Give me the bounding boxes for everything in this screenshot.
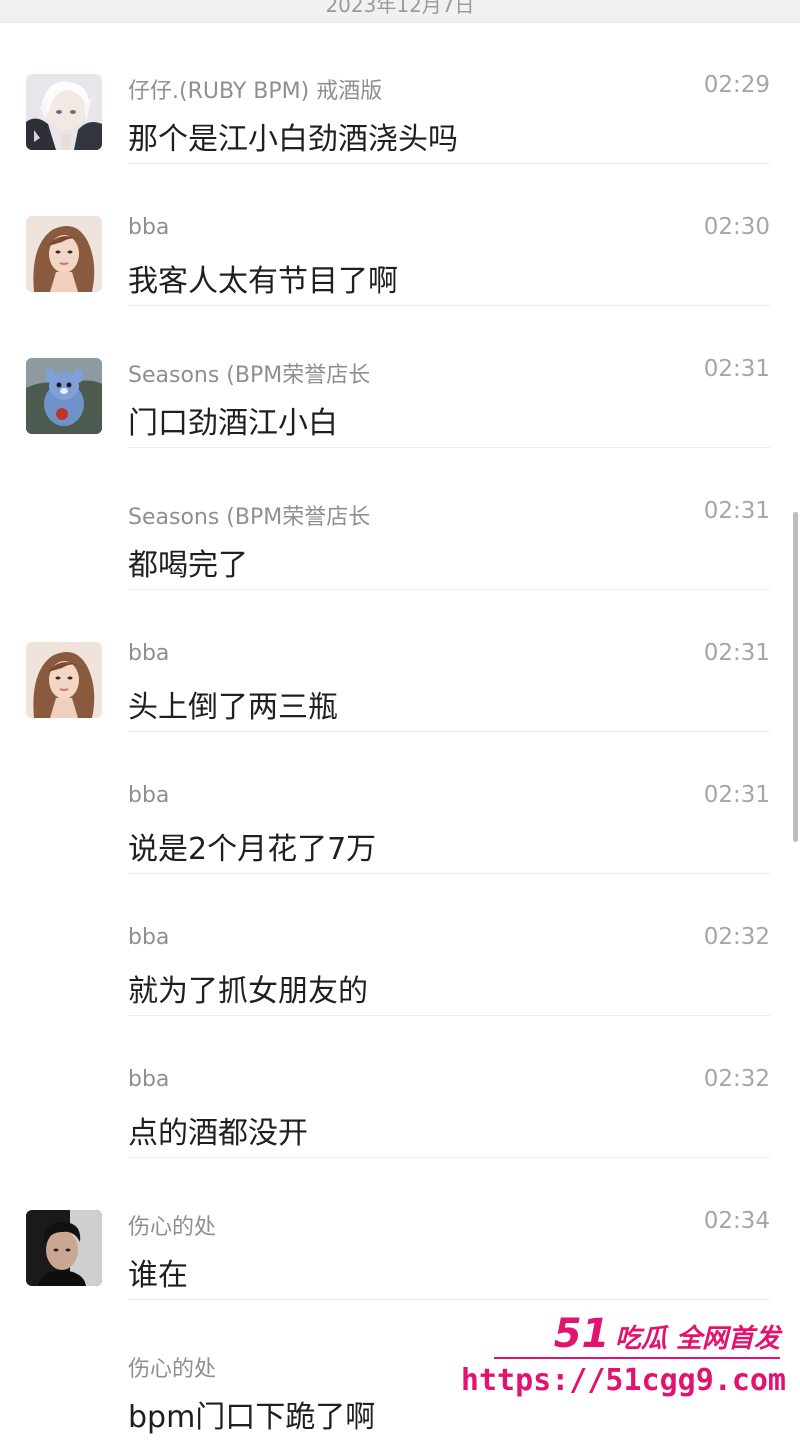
sender-name: bba: [128, 215, 170, 240]
chat-record-item[interactable]: bba 02:31 说是2个月花了7万: [0, 732, 800, 874]
date-header: 2023年12月7日: [0, 0, 800, 23]
avatar[interactable]: [26, 1210, 102, 1286]
chat-record-item[interactable]: bba 02:32 就为了抓女朋友的: [0, 874, 800, 1016]
sender-name: bba: [128, 1067, 170, 1092]
chat-record-item[interactable]: bba 02:30 我客人太有节目了啊: [0, 164, 800, 306]
watermark-divider: [494, 1357, 780, 1359]
chat-record-item[interactable]: bba 02:32 点的酒都没开: [0, 1016, 800, 1158]
chat-record-item[interactable]: Seasons (BPM荣誉店长 02:31 都喝完了: [0, 448, 800, 590]
blue-plush-toy-avatar-icon: [26, 358, 102, 434]
watermark: 51 吃瓜 全网首发 https://51cgg9.com: [461, 1305, 792, 1415]
chat-record-item[interactable]: 伤心的处 02:34 谁在: [0, 1158, 800, 1300]
avatar[interactable]: [26, 216, 102, 292]
sender-name: Seasons (BPM荣誉店长: [128, 363, 371, 388]
watermark-url: https://51cgg9.com: [460, 1363, 786, 1398]
woman-portrait-avatar-icon: [26, 642, 102, 718]
sender-name: bba: [128, 641, 170, 666]
message-time: 02:30: [703, 214, 770, 240]
date-header-text: 2023年12月7日: [325, 0, 475, 17]
message-time: 02:32: [703, 1066, 770, 1092]
chat-record-item[interactable]: bba 02:31 头上倒了两三瓶: [0, 590, 800, 732]
woman-portrait-avatar-icon: [26, 216, 102, 292]
sender-name: bba: [128, 925, 170, 950]
sender-name: 仔仔.(RUBY BPM) 戒酒版: [128, 79, 383, 104]
scrollbar[interactable]: [793, 512, 798, 842]
message-text: 都喝完了: [128, 548, 248, 583]
sender-name: 伤心的处: [128, 1357, 217, 1382]
message-text: 那个是江小白劲酒浇头吗: [128, 122, 458, 157]
anime-white-hair-avatar-icon: [26, 74, 102, 150]
message-text: 就为了抓女朋友的: [128, 974, 368, 1009]
message-text: 我客人太有节目了啊: [128, 264, 398, 299]
sender-name: bba: [128, 783, 170, 808]
message-time: 02:34: [703, 1208, 770, 1234]
message-text: bpm门口下跪了啊: [128, 1400, 376, 1435]
message-time: 02:32: [703, 924, 770, 950]
avatar[interactable]: [26, 358, 102, 434]
avatar[interactable]: [26, 74, 102, 150]
watermark-brand-number: 51: [553, 1311, 610, 1357]
message-time: 02:31: [703, 498, 770, 524]
message-text: 说是2个月花了7万: [128, 832, 377, 867]
message-time: 02:31: [703, 640, 770, 666]
message-time: 02:31: [703, 356, 770, 382]
message-time: 02:31: [703, 782, 770, 808]
message-text: 谁在: [128, 1258, 188, 1293]
dark-man-portrait-avatar-icon: [26, 1210, 102, 1286]
sender-name: 伤心的处: [128, 1215, 217, 1240]
message-text: 点的酒都没开: [128, 1116, 308, 1151]
chat-record-item[interactable]: Seasons (BPM荣誉店长 02:31 门口劲酒江小白: [0, 306, 800, 448]
message-text: 头上倒了两三瓶: [128, 690, 338, 725]
avatar[interactable]: [26, 642, 102, 718]
chat-record-item[interactable]: 仔仔.(RUBY BPM) 戒酒版 02:29 那个是江小白劲酒浇头吗: [0, 22, 800, 164]
message-text: 门口劲酒江小白: [128, 406, 338, 441]
message-time: 02:29: [703, 72, 770, 98]
watermark-brand: 51 吃瓜 全网首发: [554, 1311, 780, 1357]
sender-name: Seasons (BPM荣誉店长: [128, 505, 371, 530]
watermark-brand-text: 吃瓜 全网首发: [614, 1324, 780, 1354]
